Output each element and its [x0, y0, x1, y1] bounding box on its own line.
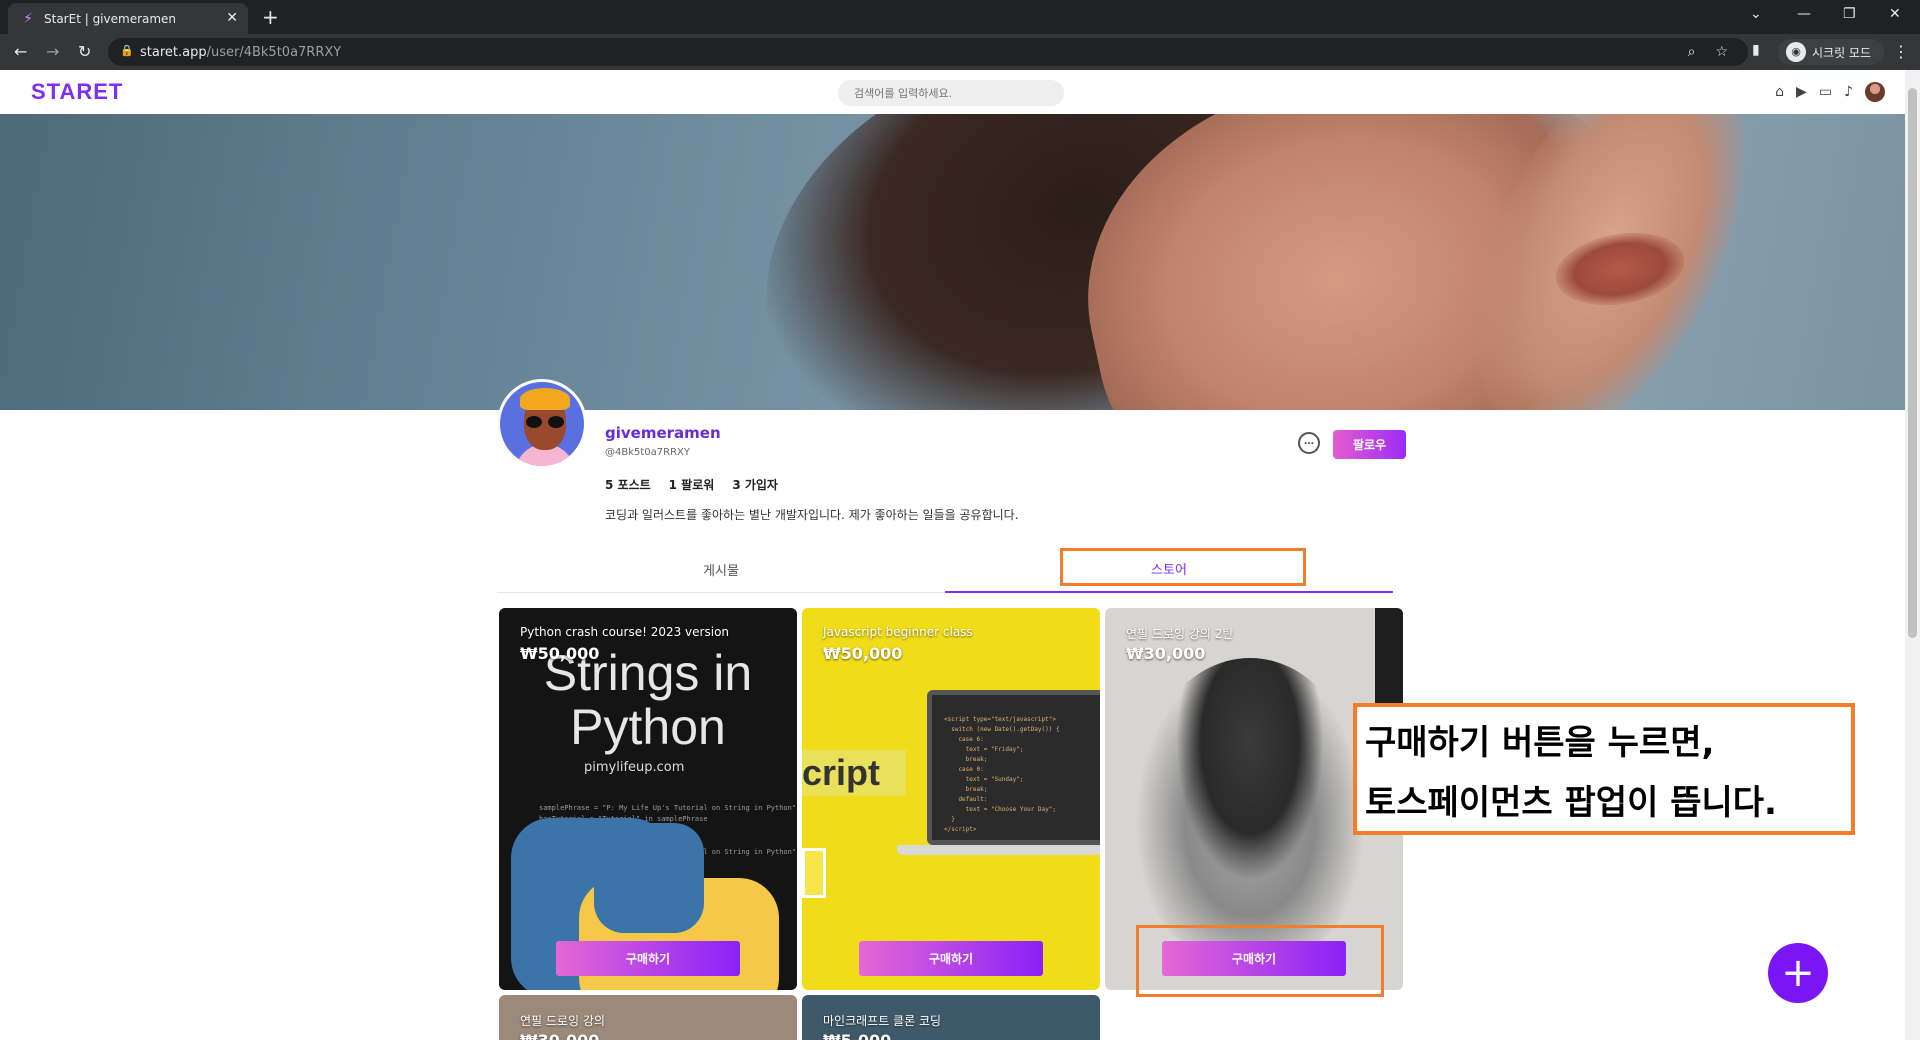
product-title: 연필 드로잉 강의 2탄 — [1126, 627, 1234, 641]
buy-button[interactable]: 구매하기 — [556, 941, 740, 976]
back-icon[interactable]: ← — [14, 42, 27, 61]
page-scrollbar[interactable] — [1905, 70, 1920, 1040]
new-tab-icon[interactable]: + — [262, 5, 279, 29]
profile-avatar — [497, 379, 587, 469]
pencil-portrait-image — [1135, 658, 1365, 958]
close-window-icon[interactable]: ✕ — [1889, 6, 1901, 22]
annotation-line: 구매하기 버튼을 누르면, — [1365, 723, 1715, 763]
product-card[interactable]: 마인크래프트 클론 코딩 ₩5,000 — [802, 995, 1100, 1040]
product-card[interactable]: 연필 드로잉 강의 ₩30,000 — [499, 995, 797, 1040]
zoom-icon[interactable]: ⌕ — [1688, 44, 1696, 60]
incognito-icon: ◉ — [1786, 42, 1806, 62]
search-input[interactable] — [838, 80, 1064, 106]
tab-search-icon[interactable]: ⌄ — [1750, 6, 1762, 22]
product-title: Javascript beginner class — [823, 625, 973, 639]
profile-banner-image — [0, 114, 1905, 410]
product-title: 마인크래프트 클론 코딩 — [823, 1014, 942, 1028]
url-host: staret.app — [140, 44, 207, 60]
laptop-code: <script type="text/javascript"> switch (… — [944, 716, 1060, 833]
thumbnail-text: Python — [570, 699, 726, 755]
profile-stats: 5 포스트 1 팔로워 3 가입자 — [605, 476, 778, 493]
product-card[interactable]: <script type="text/javascript"> switch (… — [802, 608, 1100, 990]
posts-count[interactable]: 5 포스트 — [605, 476, 651, 493]
laptop-base — [897, 845, 1100, 855]
product-price: ₩50,000 — [520, 644, 600, 663]
browser-tabstrip: ⚡ StarEt | givemeramen ✕ + ⌄ — ❐ ✕ — [0, 0, 1920, 34]
annotation-line: 토스페이먼츠 팝업이 뜹니다. — [1365, 783, 1777, 823]
python-logo-blue-top — [594, 823, 704, 933]
annotation-callout: 구매하기 버튼을 누르면, 토스페이먼츠 팝업이 뜹니다. — [1353, 703, 1855, 835]
product-price: ₩5,000 — [823, 1031, 891, 1040]
chat-icon[interactable]: ▭ — [1819, 84, 1832, 100]
video-icon[interactable]: ▶ — [1796, 84, 1807, 100]
profile-user-id: @4Bk5t0a7RRXY — [605, 447, 691, 458]
product-title: 연필 드로잉 강의 — [520, 1014, 605, 1028]
incognito-profile-button[interactable]: ◉ 시크릿 모드 — [1778, 39, 1884, 65]
product-price: ₩50,000 — [823, 644, 903, 663]
staret-logo[interactable]: STARET — [31, 79, 123, 105]
avatar-glasses — [526, 416, 564, 428]
side-panel-icon[interactable]: ▮ — [1752, 42, 1760, 58]
followers-count[interactable]: 1 팔로워 — [669, 476, 715, 493]
store-tab-highlight-box — [1060, 548, 1306, 586]
bell-icon[interactable]: ♪ — [1844, 84, 1853, 100]
profile-label: 시크릿 모드 — [1812, 45, 1872, 60]
buy-button-highlight-box — [1136, 925, 1384, 997]
product-card[interactable]: samplePhrase = "P: My Life Up's Tutorial… — [499, 608, 797, 990]
js-badge-icon — [802, 848, 826, 898]
browser-tab[interactable]: ⚡ StarEt | givemeramen ✕ — [8, 3, 248, 34]
profile-bio: 코딩과 일러스트를 좋아하는 별난 개발자입니다. 제가 좋아하는 일들을 공유… — [605, 508, 1019, 522]
minimize-icon[interactable]: — — [1797, 6, 1811, 22]
lock-icon: 🔒 — [120, 44, 134, 57]
follow-button[interactable]: 팔로우 — [1333, 430, 1406, 459]
close-tab-icon[interactable]: ✕ — [226, 10, 238, 26]
site-header: STARET ⌂ ▶ ▭ ♪ — [0, 70, 1905, 114]
laptop-illustration: <script type="text/javascript"> switch (… — [927, 690, 1100, 845]
tab-posts[interactable]: 게시물 — [497, 545, 945, 593]
subscribers-count[interactable]: 3 가입자 — [732, 476, 778, 493]
user-avatar[interactable] — [1865, 82, 1885, 102]
profile-username: givemeramen — [605, 424, 721, 442]
message-icon[interactable]: … — [1298, 432, 1320, 454]
thumbnail-site-text: pimylifeup.com — [584, 760, 685, 775]
add-post-button[interactable]: + — [1768, 943, 1828, 1003]
browser-toolbar: ← → ↻ 🔒 staret.app/user/4Bk5t0a7RRXY ⌕ ☆… — [0, 34, 1920, 70]
product-price: ₩30,000 — [1126, 644, 1206, 663]
thumbnail-text: cript — [802, 750, 906, 796]
product-price: ₩30,000 — [520, 1031, 599, 1040]
product-title: Python crash course! 2023 version — [520, 625, 730, 639]
scrollbar-thumb[interactable] — [1908, 88, 1917, 638]
restore-icon[interactable]: ❐ — [1843, 6, 1856, 22]
bookmark-star-icon[interactable]: ☆ — [1715, 44, 1728, 60]
address-bar[interactable]: 🔒 staret.app/user/4Bk5t0a7RRXY ⌕ ☆ — [108, 38, 1748, 66]
staret-favicon-icon: ⚡ — [23, 10, 33, 27]
url-path: /user/4Bk5t0a7RRXY — [206, 44, 342, 60]
buy-button[interactable]: 구매하기 — [859, 941, 1043, 976]
reload-icon[interactable]: ↻ — [78, 42, 91, 61]
home-icon[interactable]: ⌂ — [1775, 84, 1784, 100]
browser-menu-icon[interactable]: ⋮ — [1893, 42, 1909, 61]
avatar-hair — [520, 388, 570, 410]
forward-icon[interactable]: → — [46, 42, 59, 61]
tab-title: StarEt | givemeramen — [44, 11, 177, 26]
